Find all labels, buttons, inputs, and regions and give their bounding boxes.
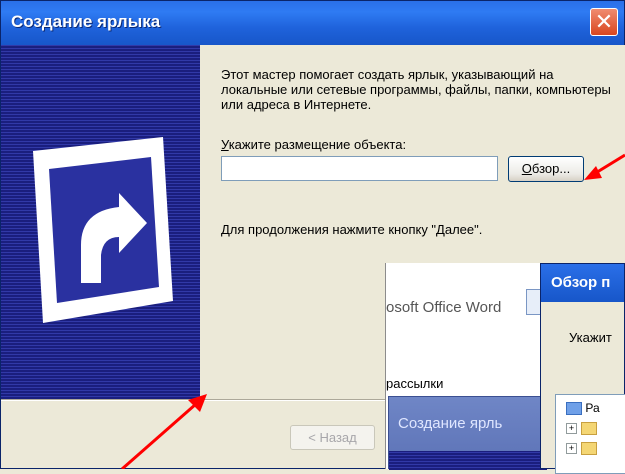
wizard-description: Этот мастер помогает создать ярлык, указ… [221, 67, 611, 112]
browse-prompt: Укажит [569, 330, 612, 345]
shortcut-arrow-icon [33, 137, 173, 323]
tree-item[interactable]: + [566, 421, 597, 436]
browse-folder-window[interactable]: Обзор п Укажит Ра + + [540, 263, 625, 474]
location-input[interactable] [221, 156, 498, 181]
location-label-accesskey: У [221, 137, 229, 152]
close-icon: ✕ [594, 9, 614, 34]
wizard-side-panel [1, 45, 200, 399]
folder-tree[interactable]: Ра + + [555, 394, 625, 474]
background-create-title: Создание ярль [398, 415, 503, 432]
desktop-icon [566, 402, 582, 416]
location-label-text: кажите размещение объекта: [228, 137, 407, 152]
browse-button[interactable]: Обзор... [508, 156, 584, 182]
close-button[interactable]: ✕ [590, 8, 618, 36]
window-title: Создание ярлыка [11, 12, 161, 31]
browse-title-bar[interactable]: Обзор п [541, 264, 624, 302]
tree-item[interactable]: + [566, 441, 597, 456]
folder-icon [581, 422, 597, 436]
title-bar[interactable]: Создание ярлыка ✕ [1, 1, 624, 45]
tree-item-desktop[interactable]: Ра [566, 401, 600, 416]
expand-icon[interactable]: + [566, 423, 577, 435]
background-side-panel [389, 451, 547, 470]
continue-instruction: Для продолжения нажмите кнопку "Далее". [221, 222, 483, 237]
location-label: Укажите размещение объекта: [221, 137, 406, 152]
back-button[interactable]: < Назад [290, 425, 375, 450]
word-menu-item[interactable]: рассылки [386, 376, 443, 391]
browse-label: бзор... [531, 161, 571, 176]
expand-icon[interactable]: + [566, 443, 577, 455]
browse-accesskey: О [521, 161, 532, 176]
browse-window-title: Обзор п [551, 274, 611, 291]
word-window-title: osoft Office Word [386, 299, 502, 316]
tree-item-label: Ра [585, 401, 600, 415]
background-create-shortcut-window[interactable]: Создание ярль [388, 396, 548, 470]
folder-icon [581, 442, 597, 456]
